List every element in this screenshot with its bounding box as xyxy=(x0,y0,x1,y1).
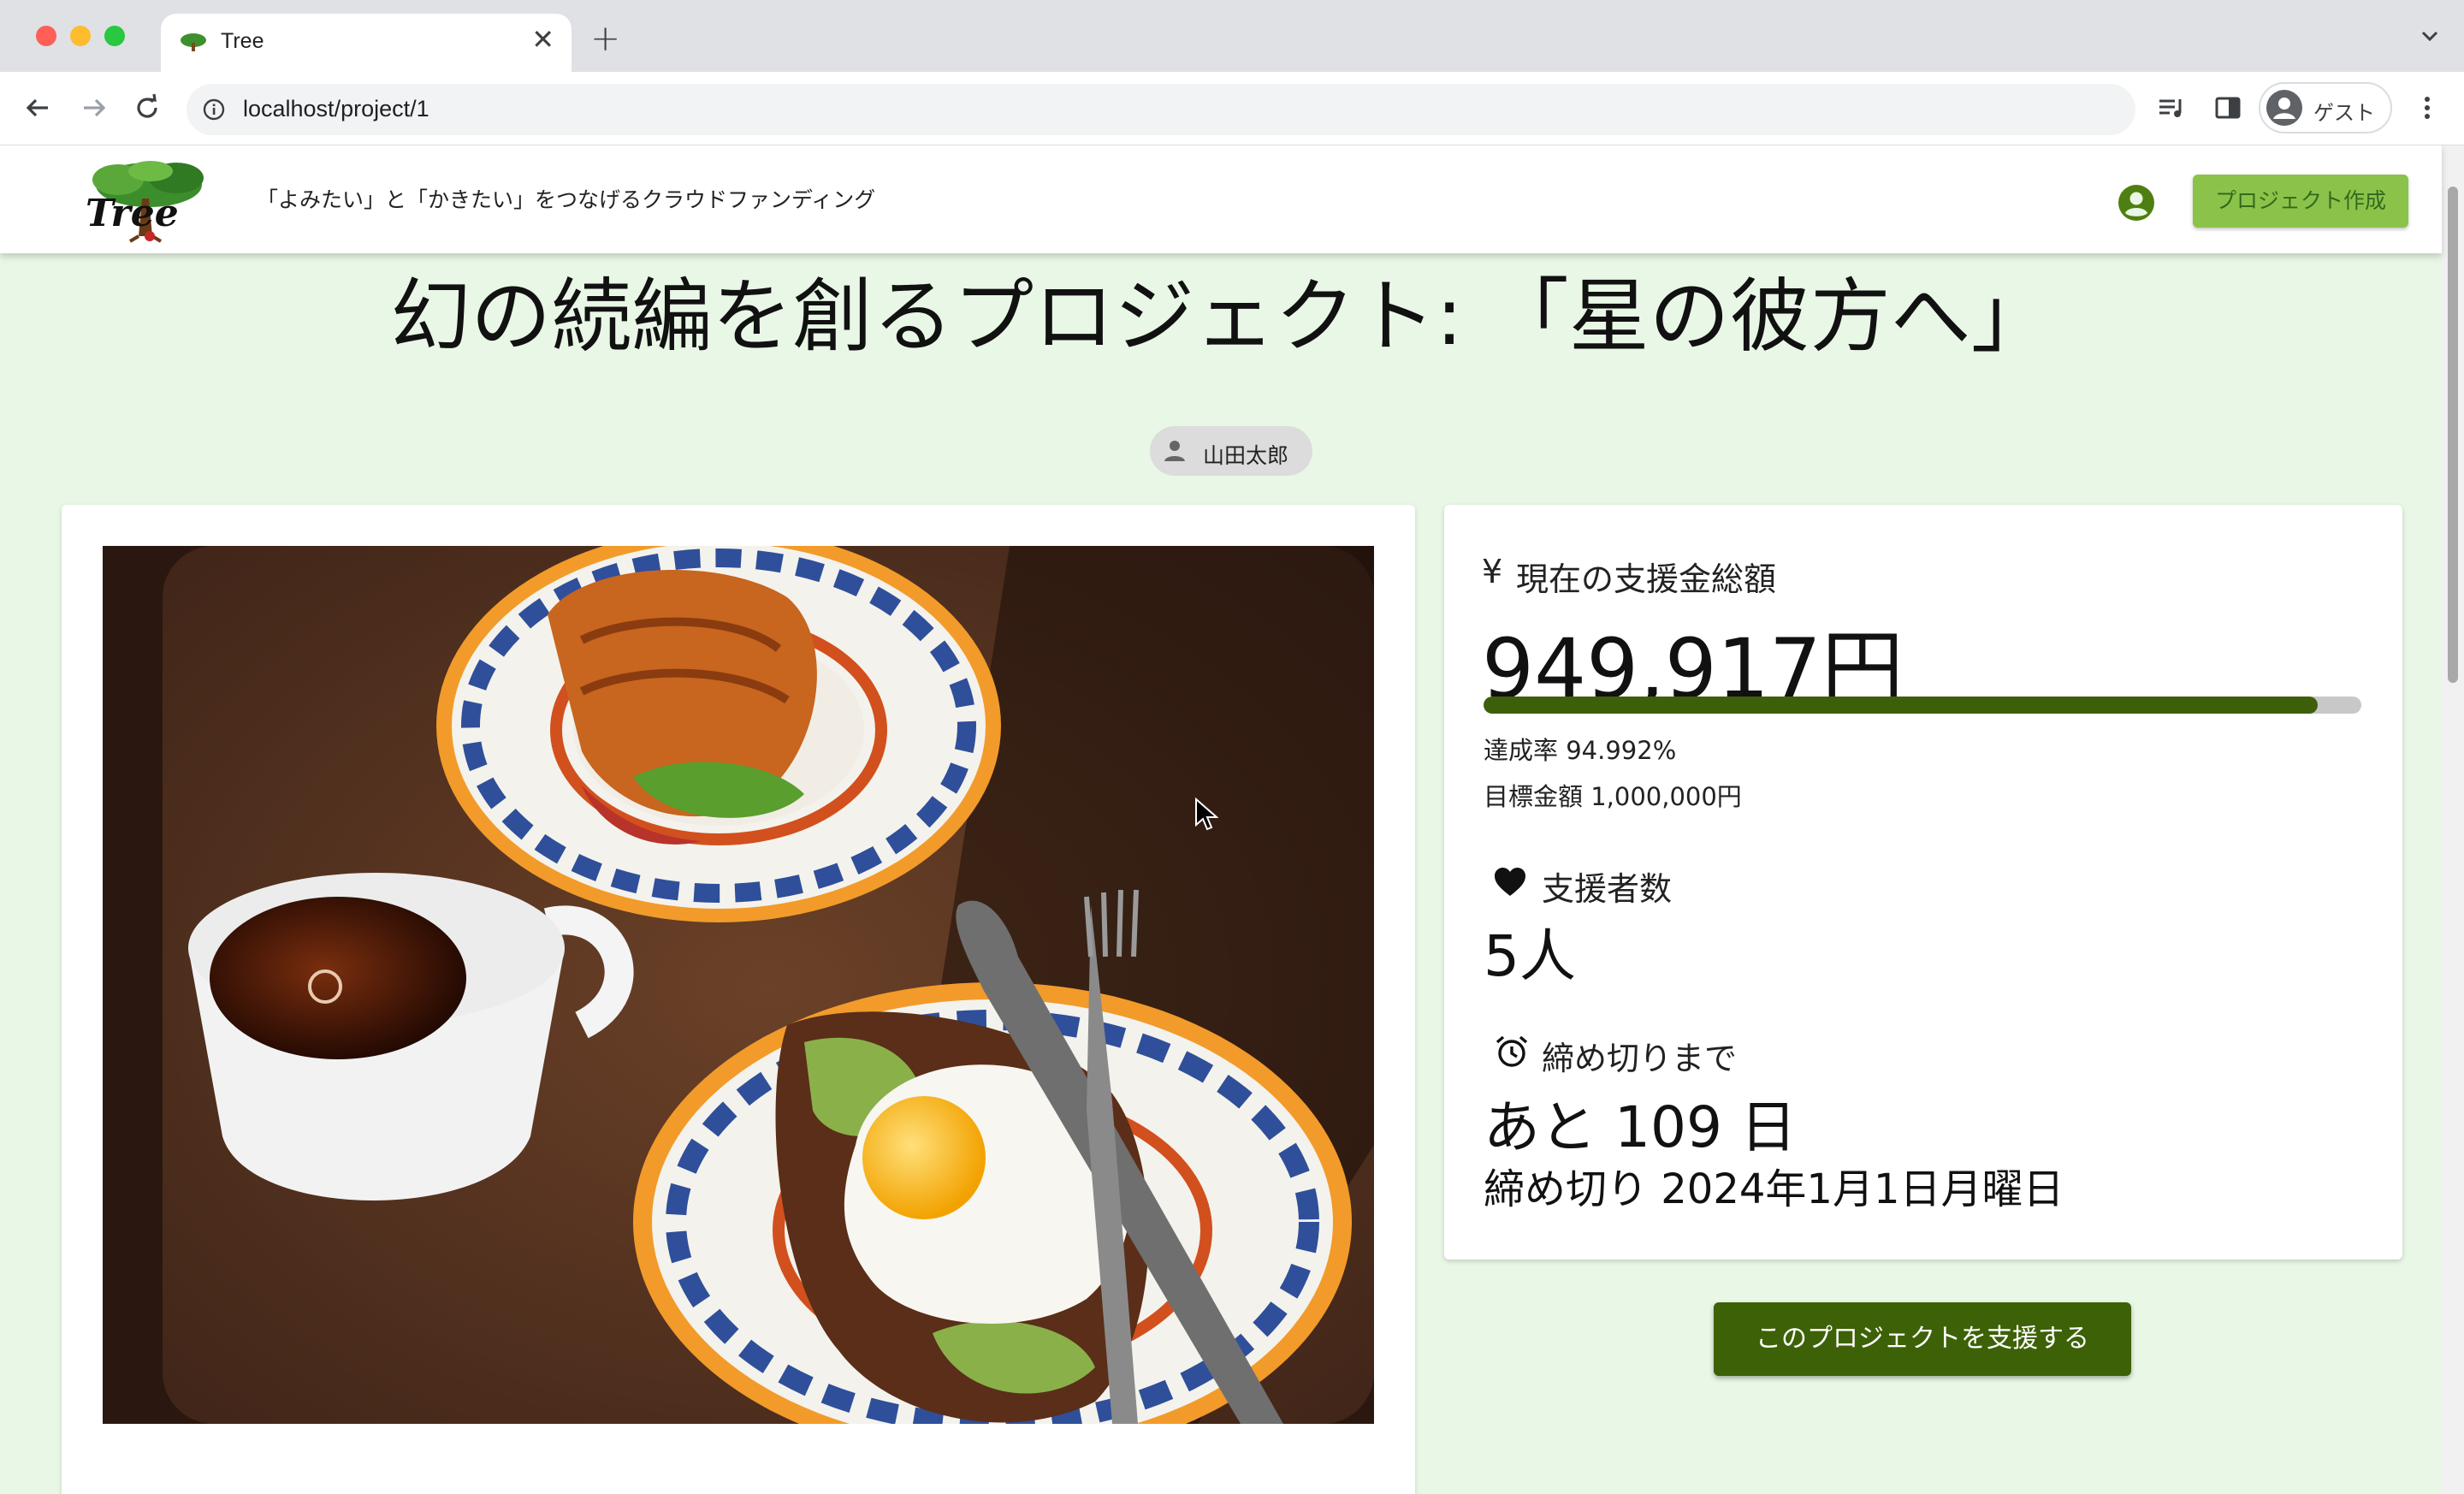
page-viewport: Tree 「よみたい」と「かきたい」をつなげるクラウドファンディング プロジェク… xyxy=(0,145,2464,1494)
back-arrow-icon[interactable] xyxy=(21,91,55,125)
tree-logo[interactable]: Tree xyxy=(82,157,210,243)
browser-tab[interactable]: Tree ✕ xyxy=(161,14,572,72)
browser-tab-strip: Tree ✕ + xyxy=(0,0,2464,72)
create-project-button[interactable]: プロジェクト作成 xyxy=(2193,175,2408,228)
tab-close-icon[interactable]: ✕ xyxy=(531,26,554,53)
deadline-label: 締め切りまで xyxy=(1542,1040,1738,1077)
side-panel-icon[interactable] xyxy=(2211,91,2245,125)
profile-button[interactable]: ゲスト xyxy=(2259,82,2392,133)
window-minimize-button[interactable] xyxy=(70,26,91,46)
achievement-rate: 達成率 94.992% xyxy=(1484,736,1677,765)
site-header: Tree 「よみたい」と「かきたい」をつなげるクラウドファンディング プロジェク… xyxy=(0,145,2442,253)
breakfast-photo-illustration xyxy=(103,546,1374,1424)
reading-list-icon[interactable] xyxy=(2154,91,2189,125)
forward-arrow-icon[interactable] xyxy=(77,91,111,125)
mouse-cursor-icon xyxy=(1195,797,1218,831)
window-zoom-button[interactable] xyxy=(104,26,125,46)
reload-icon[interactable] xyxy=(130,91,164,125)
person-icon xyxy=(1164,441,1185,461)
browser-menu-icon[interactable] xyxy=(2414,91,2440,125)
project-photo xyxy=(103,546,1374,1424)
funding-progress-fill xyxy=(1484,697,2318,714)
author-name: 山田太郎 xyxy=(1203,443,1289,468)
funding-stats-card: ¥ 現在の支援金総額 949,917円 達成率 94.992% 目標金額 1,0… xyxy=(1444,505,2402,1260)
address-bar[interactable]: localhost/project/1 xyxy=(187,84,2135,135)
logo-text: Tree xyxy=(86,192,179,235)
amount-label: 現在の支援金総額 xyxy=(1516,560,1777,598)
supporters-value: 5人 xyxy=(1484,923,1576,989)
description-heading: 【クリエイター山田太郎の背景】 xyxy=(113,1487,523,1494)
account-circle-icon[interactable] xyxy=(2117,183,2156,222)
profile-label: ゲスト xyxy=(2313,101,2375,125)
site-tagline: 「よみたい」と「かきたい」をつなげるクラウドファンディング xyxy=(257,187,876,212)
goal-amount: 目標金額 1,000,000円 xyxy=(1484,782,1742,811)
window-close-button[interactable] xyxy=(36,26,56,46)
page-scrollbar-thumb[interactable] xyxy=(2448,187,2458,683)
deadline-date: 締め切り 2024年1月1日月曜日 xyxy=(1484,1165,2064,1213)
alarm-clock-icon xyxy=(1496,1035,1528,1067)
author-chip[interactable]: 山田太郎 xyxy=(1150,426,1312,476)
remaining-days: あと 109 日 xyxy=(1484,1094,1797,1160)
tab-title: Tree xyxy=(221,29,264,53)
tree-favicon-icon xyxy=(181,33,206,51)
heart-icon xyxy=(1495,868,1525,896)
browser-toolbar: localhost/project/1 ゲスト xyxy=(0,72,2464,145)
tab-search-chevron-icon[interactable] xyxy=(2418,24,2442,48)
new-tab-button[interactable]: + xyxy=(590,21,620,56)
support-project-button[interactable]: このプロジェクトを支援する xyxy=(1714,1302,2131,1376)
project-media-card: 【クリエイター山田太郎の背景】 xyxy=(62,505,1415,1494)
address-url[interactable]: localhost/project/1 xyxy=(243,96,429,122)
guest-avatar-icon xyxy=(2266,90,2302,126)
site-info-icon[interactable] xyxy=(202,98,226,122)
funding-progress-bar xyxy=(1484,697,2361,714)
yen-icon: ¥ xyxy=(1482,553,1503,590)
supporters-label: 支援者数 xyxy=(1542,870,1673,908)
project-title: 幻の続編を創るプロジェクト: 「星の彼方へ」 xyxy=(390,270,2052,364)
